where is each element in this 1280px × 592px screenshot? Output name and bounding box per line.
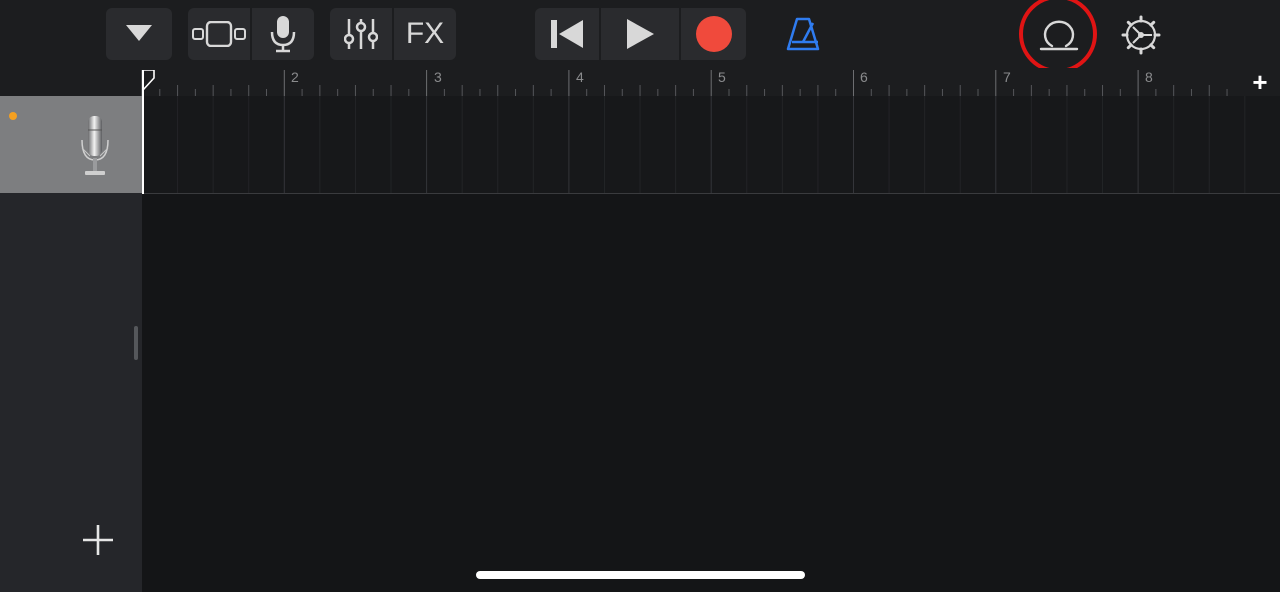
- home-indicator: [476, 571, 805, 579]
- track-active-indicator: [9, 112, 17, 120]
- track-browser-button[interactable]: [106, 8, 172, 60]
- tracks-view-icon: [192, 21, 246, 47]
- record-button[interactable]: [681, 8, 746, 60]
- microphone-button[interactable]: [252, 8, 314, 60]
- triangle-down-icon: [126, 25, 152, 41]
- add-section-button[interactable]: +: [1240, 68, 1280, 96]
- track-header[interactable]: [0, 96, 142, 193]
- bar-number: 8: [1145, 69, 1153, 85]
- play-icon: [627, 19, 654, 49]
- go-to-beginning-button[interactable]: [535, 8, 599, 60]
- playhead-marker: [142, 70, 155, 91]
- settings-button[interactable]: [1118, 12, 1164, 58]
- resize-handle[interactable]: [134, 326, 138, 360]
- fx-label: FX: [405, 17, 445, 50]
- view-input-group: [188, 8, 314, 60]
- track-headers-area: [0, 193, 142, 592]
- track-lane[interactable]: [142, 96, 1280, 194]
- bar-number: 6: [860, 69, 868, 85]
- bar-number: 3: [434, 69, 442, 85]
- play-button[interactable]: [601, 8, 679, 60]
- plus-icon: [83, 525, 113, 555]
- mixer-button[interactable]: [330, 8, 392, 60]
- fx-button[interactable]: FX: [394, 8, 456, 60]
- record-icon: [695, 16, 732, 52]
- bar-number: 5: [718, 69, 726, 85]
- metronome-icon: [786, 17, 820, 51]
- loop-icon: [1039, 20, 1079, 51]
- mixer-fx-group: FX: [330, 8, 456, 60]
- tracks-view-button[interactable]: [188, 8, 250, 60]
- skip-back-icon: [551, 20, 583, 48]
- control-bar: FX: [0, 0, 1280, 73]
- gear-icon: [1121, 15, 1161, 55]
- ruler-ticks: [141, 70, 1228, 96]
- loop-browser-button[interactable]: [1030, 12, 1088, 58]
- transport-group: [535, 8, 746, 60]
- bar-number: 2: [291, 69, 299, 85]
- metronome-button[interactable]: [778, 12, 828, 56]
- sliders-icon: [344, 19, 378, 49]
- timeline-ruler[interactable]: 2 3 4 5 6 7 8 +: [0, 68, 1280, 96]
- bar-number: 7: [1003, 69, 1011, 85]
- microphone-instrument-icon: [81, 116, 109, 175]
- grid-lines: [142, 96, 1246, 193]
- browser-button-group: [106, 8, 172, 60]
- bar-number: 4: [576, 69, 584, 85]
- microphone-icon: [270, 16, 296, 53]
- add-track-button[interactable]: [76, 518, 120, 562]
